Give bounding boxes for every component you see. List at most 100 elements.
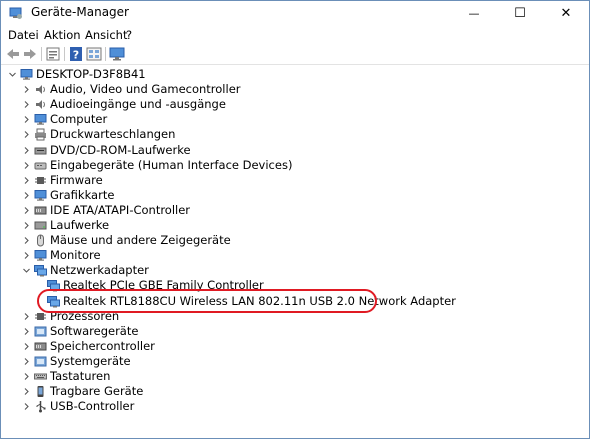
tree-category[interactable]: Speichercontroller xyxy=(1,339,589,354)
chevron-right-icon[interactable] xyxy=(22,342,31,351)
tree-item-label: Netzwerkadapter xyxy=(50,263,149,278)
tree-category[interactable]: Firmware xyxy=(1,173,589,188)
speaker-icon xyxy=(36,85,45,95)
toolbar-separator xyxy=(41,47,42,61)
chevron-right-icon[interactable] xyxy=(22,221,31,230)
storage-icon xyxy=(34,342,47,351)
chevron-right-icon[interactable] xyxy=(22,402,31,411)
tree-category[interactable]: Tragbare Geräte xyxy=(1,384,589,399)
chevron-right-icon[interactable] xyxy=(22,236,31,245)
system-device-icon xyxy=(34,356,47,367)
computer-icon xyxy=(34,114,47,125)
tree-category[interactable]: Computer xyxy=(1,112,589,127)
tree-item-label: Laufwerke xyxy=(50,218,110,232)
menu-ansicht[interactable]: Ansicht xyxy=(85,28,127,42)
software-device-icon xyxy=(34,326,47,337)
chevron-right-icon[interactable] xyxy=(22,387,31,396)
chevron-right-icon[interactable] xyxy=(22,161,31,170)
close-button[interactable]: ✕ xyxy=(543,1,589,25)
computer-icon xyxy=(20,69,33,80)
minimize-icon: — xyxy=(468,6,480,20)
chevron-right-icon[interactable] xyxy=(22,85,31,94)
minimize-button[interactable]: — xyxy=(451,1,497,25)
network-icon xyxy=(34,265,47,277)
help-icon[interactable]: ? xyxy=(68,46,84,62)
printer-icon xyxy=(35,128,46,141)
back-arrow-icon[interactable] xyxy=(5,46,21,62)
tree-category[interactable]: Tastaturen xyxy=(1,369,589,384)
menu-help[interactable]: ? xyxy=(126,28,132,42)
maximize-button[interactable]: ☐ xyxy=(497,1,543,25)
tree-root[interactable]: DESKTOP-D3F8B41 xyxy=(1,67,589,82)
toolbar-separator xyxy=(105,47,106,61)
svg-text:?: ? xyxy=(73,49,79,62)
chevron-right-icon[interactable] xyxy=(22,146,31,155)
chevron-right-icon[interactable] xyxy=(22,357,31,366)
tree-category[interactable]: Netzwerkadapter xyxy=(1,263,589,278)
mouse-icon xyxy=(37,234,44,247)
chip-icon xyxy=(35,176,46,184)
tree-category[interactable]: Eingabegeräte (Human Interface Devices) xyxy=(1,158,589,173)
chevron-right-icon[interactable] xyxy=(22,100,31,109)
chevron-right-icon[interactable] xyxy=(22,312,31,321)
tree-item-label: Eingabegeräte (Human Interface Devices) xyxy=(50,157,293,172)
tree-category[interactable]: Druckwarteschlangen xyxy=(1,127,589,142)
tree-item-label: USB-Controller xyxy=(50,399,135,414)
menu-aktion[interactable]: Aktion xyxy=(44,28,81,42)
highlight-ring xyxy=(37,289,377,313)
tree-category[interactable]: Laufwerke xyxy=(1,218,589,233)
portable-device-icon xyxy=(37,386,44,398)
device-manager-app-icon xyxy=(9,7,22,19)
hid-icon xyxy=(34,162,47,170)
tree-category[interactable]: Softwaregeräte xyxy=(1,324,589,339)
toolbar-separator xyxy=(64,47,65,61)
chevron-right-icon[interactable] xyxy=(22,191,31,200)
menu-bar: Datei Aktion Ansicht ? xyxy=(1,26,589,44)
chevron-right-icon[interactable] xyxy=(22,115,31,124)
chevron-right-icon[interactable] xyxy=(22,176,31,185)
tree-category[interactable]: Systemgeräte xyxy=(1,354,589,369)
tree-item-label: Audioeingänge und -ausgänge xyxy=(50,97,226,112)
chevron-right-icon[interactable] xyxy=(22,327,31,336)
display-adapter-icon xyxy=(34,189,47,201)
tree-item-label: Druckwarteschlangen xyxy=(50,127,176,142)
tree-category[interactable]: USB-Controller xyxy=(1,399,589,414)
tree-item-label: DESKTOP-D3F8B41 xyxy=(36,67,146,81)
tree-category[interactable]: Mäuse und andere Zeigegeräte xyxy=(1,233,589,248)
tree-category[interactable]: Monitore xyxy=(1,248,589,263)
menu-datei[interactable]: Datei xyxy=(8,28,39,42)
tree-item-label: Audio, Video und Gamecontroller xyxy=(50,82,241,97)
window-title: Geräte-Manager xyxy=(31,5,129,19)
title-bar: Geräte-Manager — ☐ ✕ xyxy=(1,1,589,25)
chevron-right-icon[interactable] xyxy=(22,206,31,215)
tree-item-label: Softwaregeräte xyxy=(50,323,139,338)
usb-icon xyxy=(36,401,46,413)
tree-category[interactable]: IDE ATA/ATAPI-Controller xyxy=(1,203,589,218)
tree-item-label: Systemgeräte xyxy=(50,353,131,368)
tree-item-label: Mäuse und andere Zeigegeräte xyxy=(50,233,231,248)
forward-arrow-icon[interactable] xyxy=(22,46,38,62)
properties-icon[interactable] xyxy=(45,46,61,62)
tree-item-label: Firmware xyxy=(50,172,103,187)
chevron-right-icon[interactable] xyxy=(22,251,31,260)
chevron-down-icon[interactable] xyxy=(22,266,31,275)
view-icon[interactable] xyxy=(86,46,102,62)
tree-item-label: IDE ATA/ATAPI-Controller xyxy=(50,202,191,217)
tree-item-label: Monitore xyxy=(50,248,101,263)
tree-category[interactable]: Audio, Video und Gamecontroller xyxy=(1,82,589,97)
chevron-right-icon[interactable] xyxy=(22,130,31,139)
disc-drive-icon xyxy=(34,147,47,154)
chevron-right-icon[interactable] xyxy=(22,372,31,381)
close-icon: ✕ xyxy=(560,5,572,21)
toolbar: ? xyxy=(1,44,589,65)
maximize-icon: ☐ xyxy=(514,5,526,21)
tree-category[interactable]: Audioeingänge und -ausgänge xyxy=(1,97,589,112)
monitor-icon[interactable] xyxy=(109,46,125,62)
chevron-down-icon[interactable] xyxy=(8,70,17,79)
tree-category[interactable]: Grafikkarte xyxy=(1,188,589,203)
tree-item-label: Tragbare Geräte xyxy=(50,384,144,399)
speaker-icon xyxy=(36,100,45,110)
tree-item-label: Computer xyxy=(50,112,108,127)
device-tree: DESKTOP-D3F8B41 Audio, Video und Gamecont… xyxy=(1,65,589,438)
tree-category[interactable]: DVD/CD-ROM-Laufwerke xyxy=(1,143,589,158)
